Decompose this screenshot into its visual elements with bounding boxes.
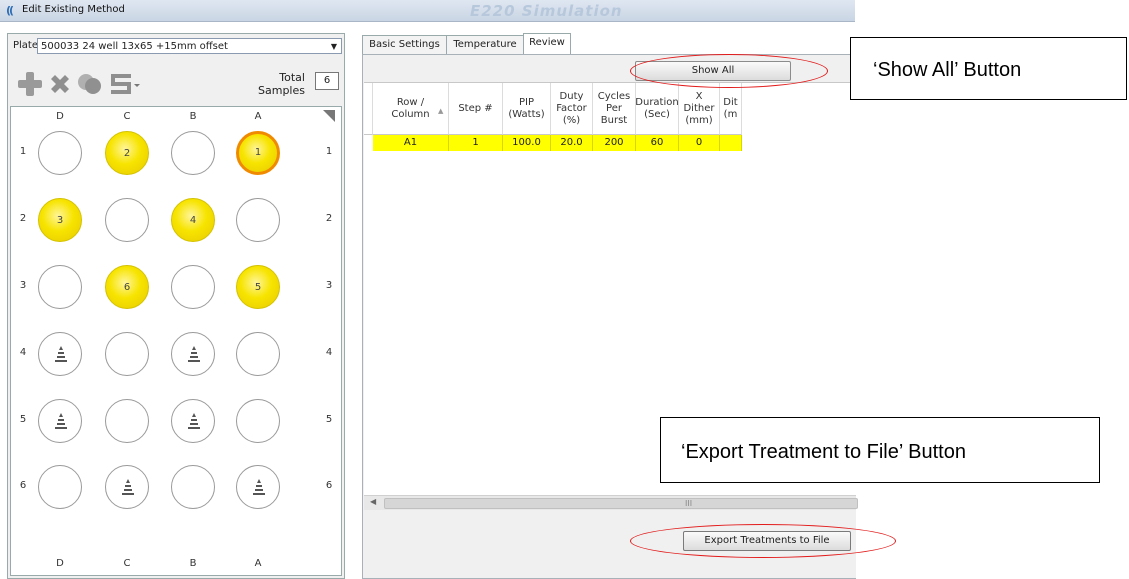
row-label: 5 <box>19 414 27 425</box>
well[interactable] <box>105 332 149 376</box>
tab-review[interactable]: Review <box>523 33 571 55</box>
plate-dropdown-value: 500033 24 well 13x65 +15mm offset <box>41 41 228 52</box>
well[interactable] <box>236 332 280 376</box>
table-cell[interactable]: 20.0 <box>551 135 593 151</box>
column-label: B <box>189 111 197 122</box>
well[interactable]: 3 <box>38 198 82 242</box>
column-label: A <box>254 111 262 122</box>
well[interactable] <box>38 131 82 175</box>
well[interactable] <box>105 198 149 242</box>
column-header[interactable]: Dit (m <box>720 83 742 135</box>
row-label: 6 <box>19 480 27 491</box>
delete-icon[interactable] <box>46 70 74 98</box>
export-callout: ‘Export Treatment to File’ Button <box>660 417 1100 483</box>
row-label: 2 <box>325 213 333 224</box>
well[interactable] <box>38 399 82 443</box>
row-label: 1 <box>325 146 333 157</box>
plate-label: Plate <box>13 40 39 51</box>
column-header[interactable]: X Dither (mm) <box>679 83 720 135</box>
review-panel: Show All Row / Column ▲ Step # PIP (Watts) D… <box>362 54 858 579</box>
column-header[interactable]: Duration (Sec) <box>635 83 679 135</box>
row-label: 3 <box>325 280 333 291</box>
column-label: D <box>56 558 64 569</box>
table-cell[interactable] <box>720 135 742 151</box>
well[interactable] <box>236 198 280 242</box>
sample-tube-icon <box>188 413 200 429</box>
well[interactable] <box>171 399 215 443</box>
well[interactable] <box>171 265 215 309</box>
row-label: 1 <box>19 146 27 157</box>
window-title: Edit Existing Method <box>22 4 125 15</box>
scroll-grip: III <box>685 499 693 508</box>
tab-basic-settings[interactable]: Basic Settings <box>362 35 447 54</box>
well[interactable] <box>105 399 149 443</box>
total-samples-value: 6 <box>315 72 339 90</box>
sample-tube-icon <box>122 479 134 495</box>
sample-tube-icon <box>55 346 67 362</box>
wells-group-icon[interactable] <box>76 70 104 98</box>
add-icon[interactable] <box>16 70 44 98</box>
column-label: C <box>123 111 131 122</box>
scroll-left-icon[interactable]: ◀ <box>370 497 376 506</box>
sort-ascending-icon: ▲ <box>438 107 444 115</box>
well[interactable] <box>38 332 82 376</box>
show-all-highlight-oval <box>630 54 828 88</box>
well[interactable]: 5 <box>236 265 280 309</box>
scroll-thumb[interactable]: III <box>384 498 858 509</box>
chevron-down-icon: ▼ <box>330 42 337 51</box>
row-label: 4 <box>325 347 333 358</box>
export-highlight-oval <box>630 524 896 558</box>
table-cell[interactable]: 0 <box>679 135 720 151</box>
well[interactable] <box>236 399 280 443</box>
table-header-corner <box>364 83 373 135</box>
app-logo-icon: (( <box>6 4 14 17</box>
well[interactable]: 4 <box>171 198 215 242</box>
well[interactable] <box>38 465 82 509</box>
well[interactable]: 2 <box>105 131 149 175</box>
app-title: E220 Simulation <box>470 2 623 20</box>
column-label: A <box>254 558 262 569</box>
column-header[interactable]: Cycles Per Burst <box>593 83 636 135</box>
row-label: 6 <box>325 480 333 491</box>
show-all-callout: ‘Show All’ Button <box>850 37 1127 100</box>
well[interactable]: 6 <box>105 265 149 309</box>
well[interactable] <box>171 332 215 376</box>
well[interactable] <box>105 465 149 509</box>
well[interactable] <box>171 465 215 509</box>
window-title-bar: (( Edit Existing Method E220 Simulation <box>0 0 855 22</box>
plate-panel: Plate 500033 24 well 13x65 +15mm offset … <box>7 33 345 579</box>
column-header[interactable]: Step # <box>449 83 503 135</box>
column-label: B <box>189 558 197 569</box>
horizontal-scrollbar[interactable]: ◀ III <box>364 495 858 510</box>
row-label: 4 <box>19 347 27 358</box>
table-cell[interactable]: 1 <box>449 135 503 151</box>
well[interactable] <box>38 265 82 309</box>
sample-tube-icon <box>253 479 265 495</box>
tab-temperature[interactable]: Temperature <box>446 35 524 54</box>
column-label: C <box>123 558 131 569</box>
well[interactable] <box>171 131 215 175</box>
plate-dropdown[interactable]: 500033 24 well 13x65 +15mm offset ▼ <box>37 38 342 54</box>
well[interactable]: 1 <box>236 131 280 175</box>
row-label: 3 <box>19 280 27 291</box>
well-plate: DDCCBBAA112233445566213465 <box>10 106 342 576</box>
sample-tube-icon <box>188 346 200 362</box>
row-label: 5 <box>325 414 333 425</box>
row-label: 2 <box>19 213 27 224</box>
table-cell[interactable]: 100.0 <box>503 135 551 151</box>
column-label: D <box>56 111 64 122</box>
row-selector[interactable] <box>364 135 373 151</box>
corner-marker-icon <box>323 110 335 122</box>
column-header[interactable]: PIP (Watts) <box>503 83 551 135</box>
total-samples-label: Total Samples <box>258 71 305 97</box>
table-cell[interactable]: 60 <box>636 135 679 151</box>
table-cell[interactable]: 200 <box>593 135 636 151</box>
column-header[interactable]: Duty Factor (%) <box>551 83 593 135</box>
sample-tube-icon <box>55 413 67 429</box>
sequence-order-icon[interactable] <box>108 70 140 98</box>
table-cell[interactable]: A1 <box>373 135 449 151</box>
well[interactable] <box>236 465 280 509</box>
